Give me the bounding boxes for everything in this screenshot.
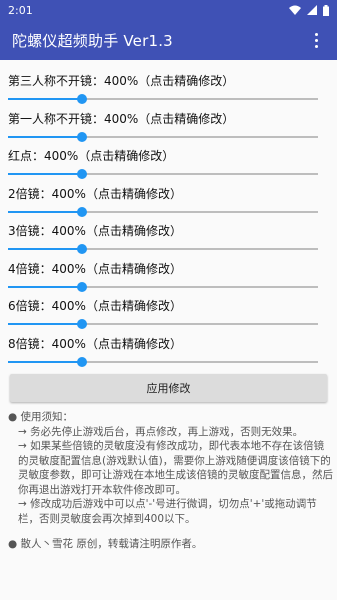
slider-track-filled xyxy=(8,135,83,138)
slider-track-filled xyxy=(8,285,83,288)
app-title: 陀螺仪超频助手 Ver1.3 xyxy=(12,31,173,50)
slider-thumb[interactable] xyxy=(77,244,88,254)
slider-track-filled xyxy=(8,360,83,363)
credit-text: ● 散人丶雪花 原创，转载请注明原作者。 xyxy=(8,538,203,550)
setting-label[interactable]: 4倍镜：400%（点击精确修改） xyxy=(8,260,182,277)
setting-row: 8倍镜：400%（点击精确修改） xyxy=(0,335,337,373)
notes-line-1: → 务必先停止游戏后台，再点修改，再上游戏，否则无效果。 xyxy=(18,425,304,438)
setting-label[interactable]: 第一人称不开镜：400%（点击精确修改） xyxy=(8,110,234,127)
setting-label[interactable]: 3倍镜：400%（点击精确修改） xyxy=(8,222,182,239)
slider-thumb[interactable] xyxy=(77,206,88,217)
slider-track-filled xyxy=(8,98,83,100)
slider-thumb[interactable] xyxy=(77,131,88,142)
setting-row: 2倍镜：400%（点击精确修改） xyxy=(0,185,337,223)
app-bar: 陀螺仪超频助手 Ver1.3 xyxy=(0,20,337,60)
overflow-menu-icon[interactable] xyxy=(307,28,325,52)
wifi-icon xyxy=(289,5,301,15)
slider-thumb[interactable] xyxy=(77,281,88,292)
status-time: 2:01 xyxy=(8,3,33,17)
sensitivity-slider[interactable] xyxy=(8,92,318,106)
battery-icon xyxy=(323,4,329,16)
sensitivity-slider[interactable] xyxy=(8,242,318,256)
setting-label[interactable]: 红点：400%（点击精确修改） xyxy=(8,147,174,164)
setting-row: 6倍镜：400%（点击精确修改） xyxy=(0,297,337,335)
setting-label[interactable]: 8倍镜：400%（点击精确修改） xyxy=(8,335,182,352)
slider-thumb[interactable] xyxy=(77,169,88,179)
slider-thumb[interactable] xyxy=(77,319,88,329)
setting-row: 3倍镜：400%（点击精确修改） xyxy=(0,222,337,260)
apply-button[interactable]: 应用修改 xyxy=(10,374,327,402)
setting-row: 红点：400%（点击精确修改） xyxy=(0,147,337,185)
setting-label[interactable]: 6倍镜：400%（点击精确修改） xyxy=(8,297,182,314)
sensitivity-slider[interactable] xyxy=(8,280,318,294)
slider-track-filled xyxy=(8,210,83,213)
setting-row: 4倍镜：400%（点击精确修改） xyxy=(0,260,337,298)
sensitivity-slider[interactable] xyxy=(8,355,318,369)
notes-line-2: → 如果某些倍镜的灵敏度没有修改成功，即代表本地不存在该倍镜的灵敏度配置信息(游… xyxy=(18,440,333,496)
usage-notes: ● 使用须知： → 务必先停止游戏后台，再点修改，再上游戏，否则无效果。 → 如… xyxy=(8,410,333,526)
slider-thumb[interactable] xyxy=(77,94,88,104)
slider-thumb[interactable] xyxy=(77,356,88,367)
sensitivity-slider[interactable] xyxy=(8,205,318,219)
slider-track-filled xyxy=(8,323,83,325)
setting-row: 第一人称不开镜：400%（点击精确修改） xyxy=(0,110,337,148)
sensitivity-slider[interactable] xyxy=(8,317,318,331)
notes-heading: ● 使用须知： xyxy=(8,411,73,423)
status-icons xyxy=(289,4,329,16)
slider-track-filled xyxy=(8,173,83,175)
notes-line-3: → 修改成功后游戏中可以点'-'号进行微调，切勿点'+'或拖动调节栏，否则灵敏度… xyxy=(18,498,317,525)
setting-label[interactable]: 2倍镜：400%（点击精确修改） xyxy=(8,185,182,202)
setting-label[interactable]: 第三人称不开镜：400%（点击精确修改） xyxy=(8,72,234,89)
setting-row: 第三人称不开镜：400%（点击精确修改） xyxy=(0,72,337,110)
status-bar: 2:01 xyxy=(0,0,337,20)
sensitivity-slider[interactable] xyxy=(8,130,318,144)
sensitivity-slider[interactable] xyxy=(8,167,318,181)
cellular-signal-icon xyxy=(307,5,317,15)
slider-track-filled xyxy=(8,248,83,250)
